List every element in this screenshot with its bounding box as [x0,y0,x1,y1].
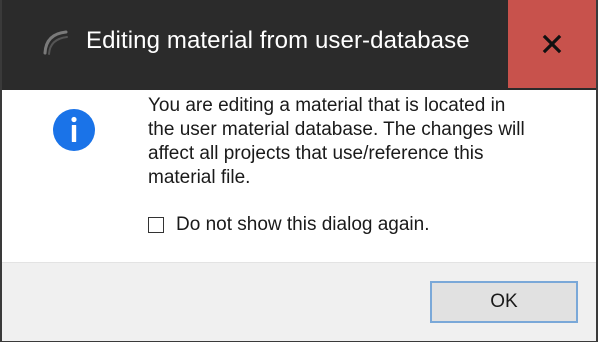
dialog-footer: OK [2,262,596,341]
do-not-show-again-option[interactable]: Do not show this dialog again. [148,214,430,236]
message-line: affect all projects that use/reference t… [148,143,484,164]
ok-button[interactable]: OK [430,281,578,323]
message-line: You are editing a material that is locat… [148,95,506,116]
info-icon [52,108,96,152]
message-line: material file. [148,167,251,188]
dialog-message: You are editing a material that is locat… [148,94,588,190]
do-not-show-again-label[interactable]: Do not show this dialog again. [176,214,430,236]
do-not-show-again-checkbox[interactable] [148,217,164,233]
close-icon [542,34,562,54]
title-bar[interactable]: Editing material from user-database [2,0,596,90]
dialog-title: Editing material from user-database [86,27,470,54]
dialog-window: Editing material from user-database You … [0,0,598,342]
close-button[interactable] [508,0,596,88]
app-arc-icon [40,26,72,58]
message-line: the user material database. The changes … [148,119,525,140]
